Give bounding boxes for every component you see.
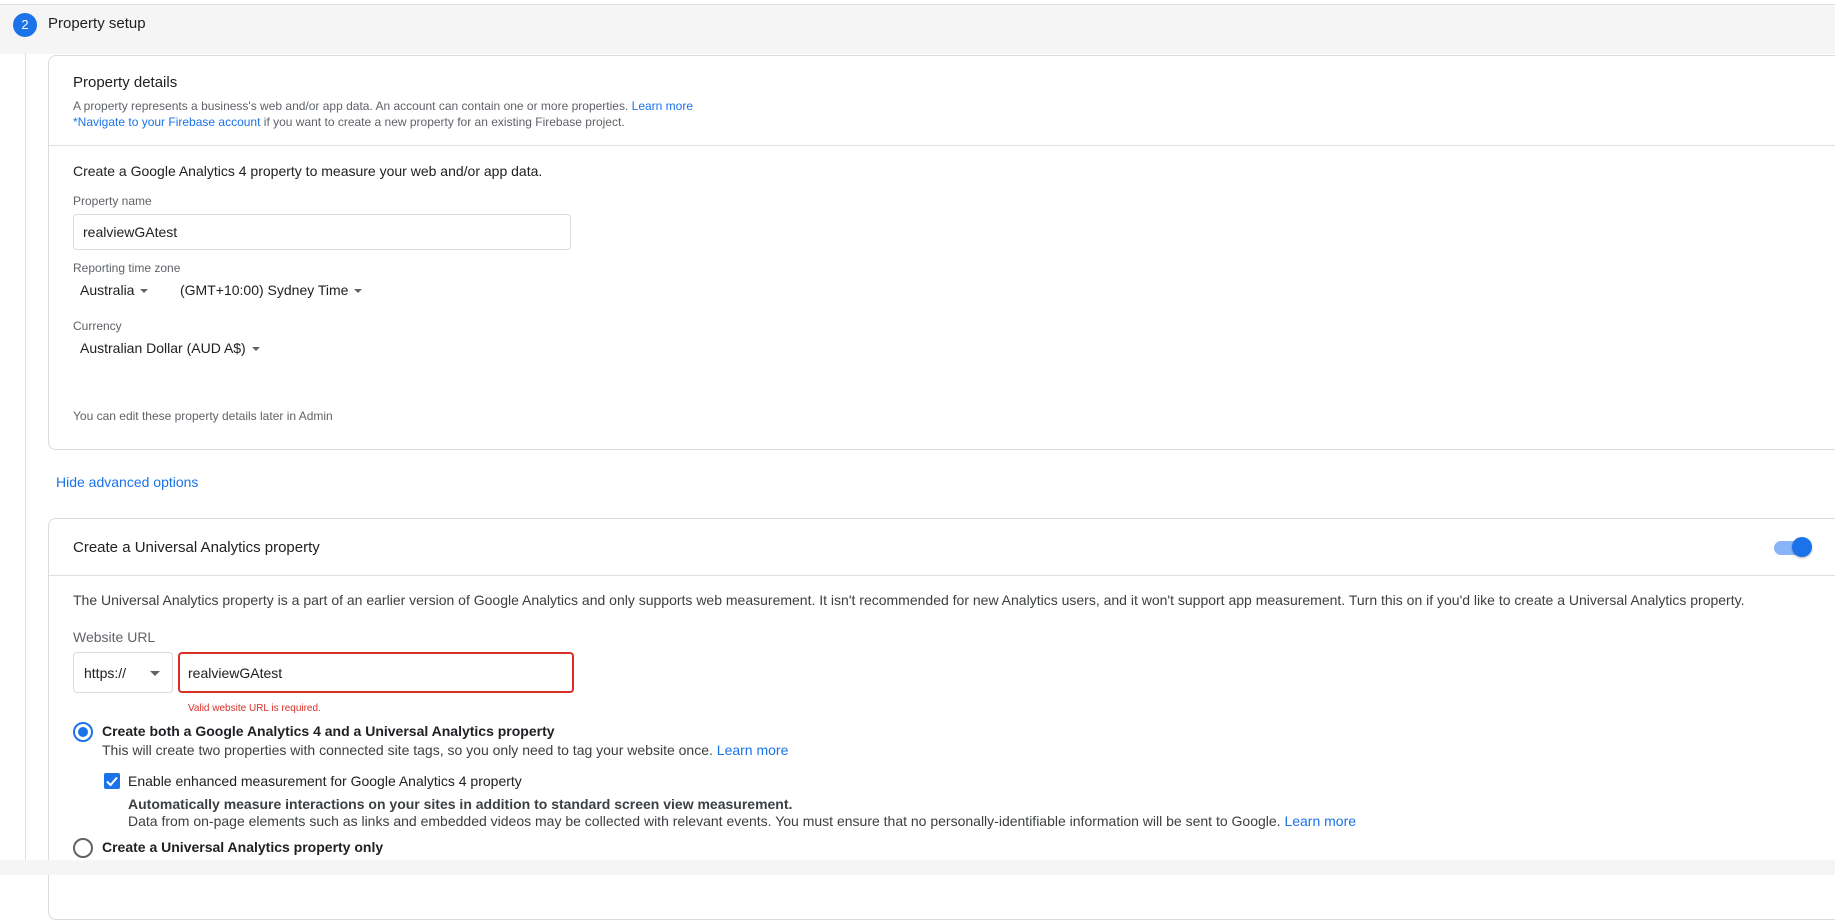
caret-down-icon <box>251 347 260 352</box>
option-both-radio[interactable] <box>73 722 93 742</box>
step-header: 2 Property setup <box>0 4 1835 54</box>
edit-later-hint: You can edit these property details late… <box>73 409 333 423</box>
protocol-value: https:// <box>84 665 127 681</box>
ua-card-title: Create a Universal Analytics property <box>73 539 320 556</box>
country-value: Australia <box>80 282 135 298</box>
step-title: Property setup <box>48 15 146 32</box>
enhanced-measurement-label[interactable]: Enable enhanced measurement for Google A… <box>128 773 522 789</box>
ua-card-header: Create a Universal Analytics property <box>49 519 1835 576</box>
option-both-desc-text: This will create two properties with con… <box>102 742 713 758</box>
option-ua-only-label[interactable]: Create a Universal Analytics property on… <box>102 839 383 855</box>
ua-toggle-switch[interactable] <box>1774 537 1812 557</box>
learn-more-link[interactable]: Learn more <box>632 99 693 113</box>
caret-down-icon <box>150 671 160 676</box>
property-name-label: Property name <box>73 194 152 208</box>
currency-label: Currency <box>73 319 122 333</box>
hide-advanced-options-link[interactable]: Hide advanced options <box>56 474 198 490</box>
option-both-learn-more-link[interactable]: Learn more <box>717 742 789 758</box>
description-text: A property represents a business's web a… <box>73 99 629 113</box>
timezone-dropdown[interactable]: (GMT+10:00) Sydney Time <box>180 282 363 298</box>
step-number-badge: 2 <box>13 13 37 37</box>
property-details-card: Property details A property represents a… <box>48 55 1835 450</box>
ga4-lead-text: Create a Google Analytics 4 property to … <box>73 163 543 179</box>
property-details-title: Property details <box>73 74 178 91</box>
option-both-description: This will create two properties with con… <box>102 742 788 758</box>
checkmark-icon <box>106 776 118 787</box>
firebase-description-text: if you want to create a new property for… <box>263 115 625 129</box>
enhanced-measurement-strong-text: Automatically measure interactions on yo… <box>128 796 793 812</box>
toggle-thumb <box>1792 537 1812 557</box>
timezone-value: (GMT+10:00) Sydney Time <box>180 282 349 298</box>
country-dropdown[interactable]: Australia <box>80 282 149 298</box>
step-connector-line <box>25 53 26 875</box>
property-details-header: Property details A property represents a… <box>49 56 1835 146</box>
website-url-input[interactable] <box>178 652 574 693</box>
option-both-label[interactable]: Create both a Google Analytics 4 and a U… <box>102 723 555 739</box>
ua-description: The Universal Analytics property is a pa… <box>73 592 1745 608</box>
url-error-message: Valid website URL is required. <box>188 703 321 714</box>
timezone-label: Reporting time zone <box>73 261 181 275</box>
property-name-input[interactable] <box>73 214 571 250</box>
property-details-description: A property represents a business's web a… <box>73 98 693 130</box>
currency-value: Australian Dollar (AUD A$) <box>80 340 246 356</box>
caret-down-icon <box>354 289 363 294</box>
enhanced-measurement-checkbox[interactable] <box>104 773 120 789</box>
bottom-bar <box>0 860 1835 875</box>
option-ua-only-radio[interactable] <box>73 838 93 858</box>
website-url-label: Website URL <box>73 629 156 645</box>
enhanced-measurement-description: Data from on-page elements such as links… <box>128 813 1356 829</box>
enhanced-learn-more-link[interactable]: Learn more <box>1284 813 1356 829</box>
caret-down-icon <box>140 289 149 294</box>
currency-dropdown[interactable]: Australian Dollar (AUD A$) <box>80 340 260 356</box>
enhanced-desc-text: Data from on-page elements such as links… <box>128 813 1281 829</box>
firebase-account-link[interactable]: *Navigate to your Firebase account <box>73 115 260 129</box>
protocol-select[interactable]: https:// <box>73 652 173 693</box>
